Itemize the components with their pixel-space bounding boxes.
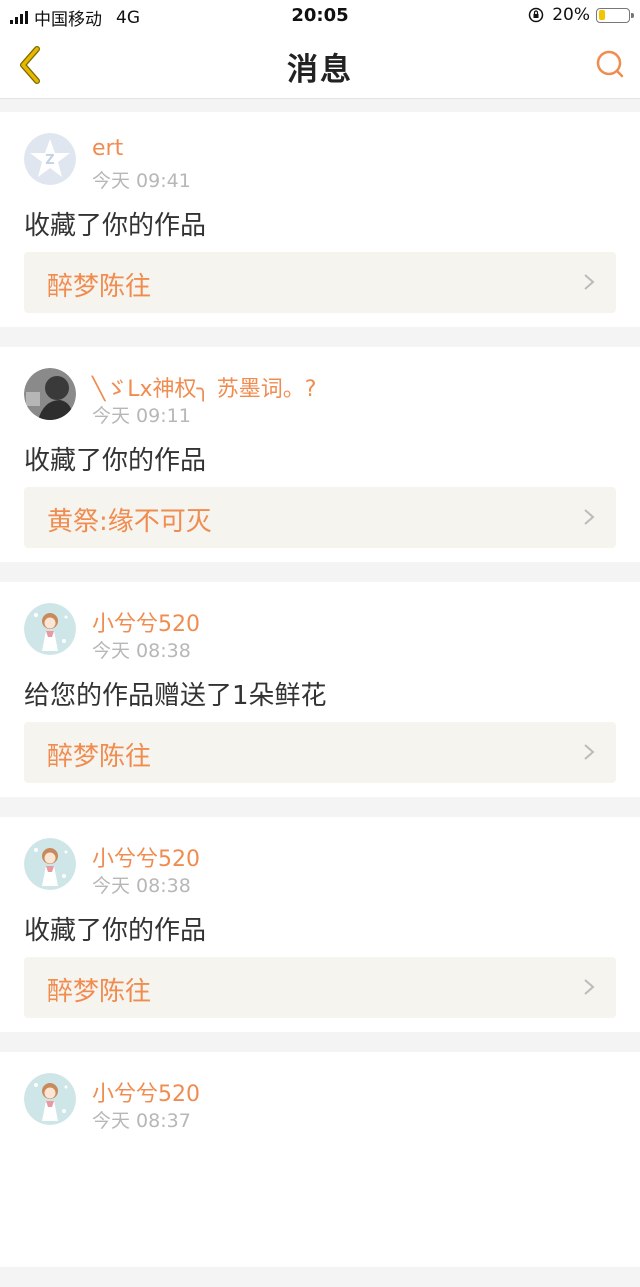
timestamp: 今天 08:37 [92,1110,191,1132]
action-text: 收藏了你的作品 [24,211,207,241]
status-right: 20% [528,5,634,25]
status-bar: 中国移动 4G 20:05 20% [0,0,640,32]
chevron-right-icon [584,744,595,760]
navigation-bar: 消息 [0,32,640,99]
timestamp: 今天 09:41 [92,170,191,192]
work-link[interactable]: 黄祭:缘不可灭 [24,487,616,548]
avatar[interactable]: Z [24,133,76,185]
avatar[interactable] [24,1073,76,1125]
work-title: 醉梦陈往 [47,742,152,772]
action-text: 收藏了你的作品 [24,916,207,946]
user-photo-icon [24,368,76,420]
avatar[interactable] [24,838,76,890]
anime-girl-avatar-icon [24,838,76,890]
chevron-right-icon [584,979,595,995]
message-list: Z ert 今天 09:41 收藏了你的作品 醉梦陈往 ╲ゞLx神权╮ 苏墨词。… [0,112,640,1287]
search-button[interactable] [592,46,628,82]
action-text: 给您的作品赠送了1朵鲜花 [24,681,327,711]
page-title: 消息 [287,52,353,88]
qzone-logo-icon: Z [24,133,76,185]
work-link[interactable]: 醉梦陈往 [24,957,616,1018]
message-card: ╲ゞLx神权╮ 苏墨词。? 今天 09:11 收藏了你的作品 黄祭:缘不可灭 [0,347,640,562]
battery-percent: 20% [552,5,590,25]
battery-fill [598,10,605,20]
rotation-lock-icon [528,7,544,23]
avatar[interactable] [24,603,76,655]
battery-icon [596,7,634,23]
username[interactable]: ╲ゞLx神权╮ 苏墨词。? [92,371,316,403]
search-icon [596,50,624,78]
username[interactable]: 小兮兮520 [92,841,200,873]
action-text: 收藏了你的作品 [24,446,207,476]
message-card: 小兮兮520 今天 08:38 收藏了你的作品 醉梦陈往 [0,817,640,1032]
timestamp: 今天 08:38 [92,875,191,897]
message-card: 小兮兮520 今天 08:37 [0,1052,640,1267]
timestamp: 今天 09:11 [92,405,191,427]
message-card: 小兮兮520 今天 08:38 给您的作品赠送了1朵鲜花 醉梦陈往 [0,582,640,797]
work-title: 醉梦陈往 [47,977,152,1007]
chevron-right-icon [584,274,595,290]
chevron-right-icon [584,509,595,525]
svg-text:Z: Z [45,153,54,168]
work-title: 醉梦陈往 [47,272,152,302]
avatar[interactable] [24,368,76,420]
work-link[interactable]: 醉梦陈往 [24,722,616,783]
work-link[interactable]: 醉梦陈往 [24,252,616,313]
timestamp: 今天 08:38 [92,640,191,662]
message-card: Z ert 今天 09:41 收藏了你的作品 醉梦陈往 [0,112,640,327]
username[interactable]: ert [92,136,123,161]
anime-girl-avatar-icon [24,1073,76,1125]
username[interactable]: 小兮兮520 [92,1076,200,1108]
anime-girl-avatar-icon [24,603,76,655]
work-title: 黄祭:缘不可灭 [47,507,212,537]
username[interactable]: 小兮兮520 [92,606,200,638]
